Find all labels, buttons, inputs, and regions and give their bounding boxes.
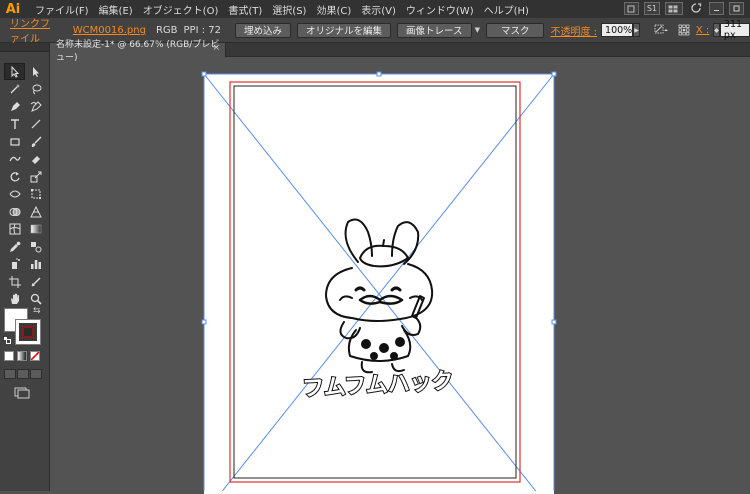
- placed-image-bounding-box[interactable]: [203, 73, 555, 491]
- canvas-overlay: フムフムハック: [201, 71, 557, 491]
- bounding-handle-tr[interactable]: [551, 71, 557, 77]
- character-illustration: [325, 218, 434, 374]
- bounding-handle-mr[interactable]: [551, 319, 557, 325]
- bounding-handle-ml[interactable]: [201, 319, 207, 325]
- bounding-handle-tl[interactable]: [201, 71, 207, 77]
- placed-image-diagonal-2: [221, 73, 555, 491]
- artboard-border: [233, 85, 517, 479]
- bounding-handle-tm[interactable]: [376, 71, 382, 77]
- placed-image-diagonal: [203, 73, 537, 491]
- artwork-title-text: フムフムハック: [302, 369, 454, 402]
- bleed-guide: [229, 81, 521, 483]
